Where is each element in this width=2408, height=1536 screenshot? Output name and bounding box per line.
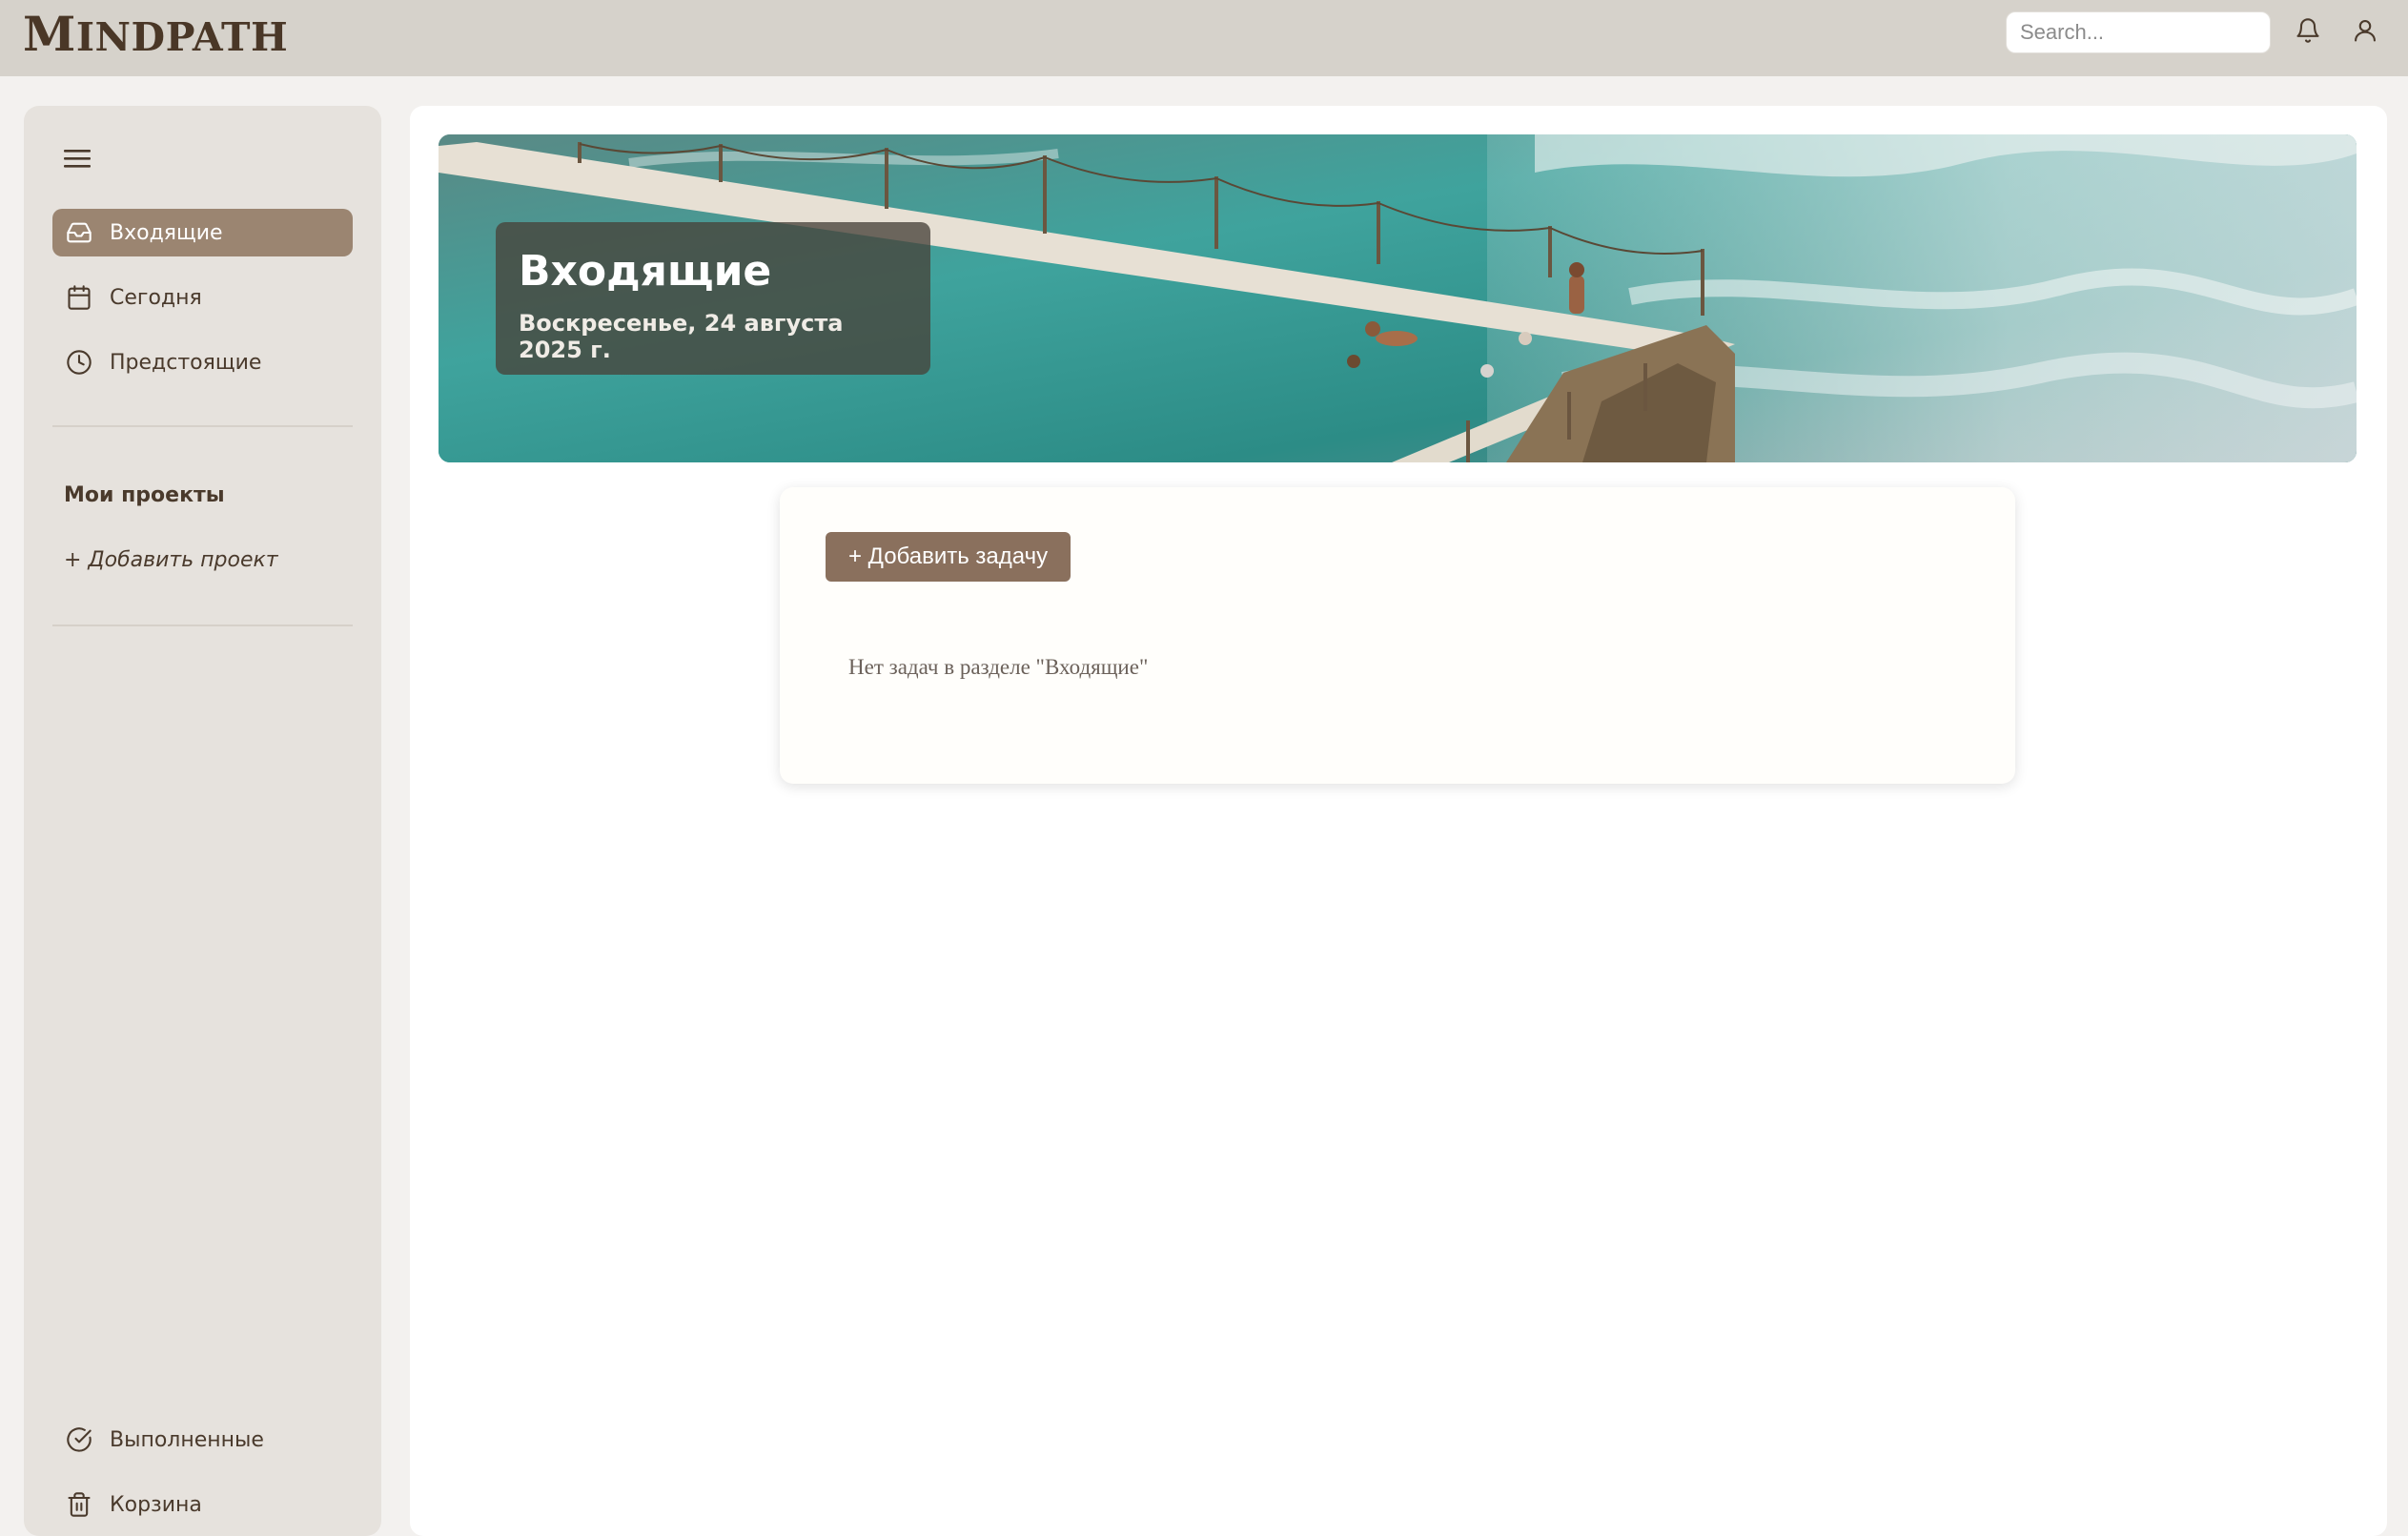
inbox-icon <box>64 217 94 248</box>
empty-state-message: Нет задач в разделе "Входящие" <box>848 655 1149 679</box>
sidebar: Входящие Сегодня Предстоящие Мои проекты… <box>24 106 381 1536</box>
projects-heading: Мои проекты <box>64 483 225 507</box>
sidebar-item-label: Сегодня <box>110 285 202 310</box>
sidebar-item-completed[interactable]: Выполненные <box>52 1416 264 1464</box>
main-panel: Входящие Воскресенье, 24 августа 2025 г.… <box>410 106 2387 1536</box>
task-list-card: + Добавить задачу Нет задач в разделе "В… <box>780 487 2015 784</box>
calendar-icon <box>64 282 94 313</box>
sidebar-item-trash[interactable]: Корзина <box>52 1481 202 1528</box>
menu-toggle-button[interactable] <box>60 144 94 173</box>
notifications-button[interactable] <box>2292 14 2324 47</box>
logo-initial: M <box>23 6 76 62</box>
current-date: Воскресенье, 24 августа 2025 г. <box>519 310 844 363</box>
profile-button[interactable] <box>2349 14 2381 47</box>
bell-icon <box>2296 18 2319 43</box>
hero-banner: Входящие Воскресенье, 24 августа 2025 г. <box>439 134 2357 462</box>
sidebar-item-label: Выполненные <box>110 1427 264 1452</box>
add-task-button[interactable]: + Добавить задачу <box>826 532 1071 582</box>
sidebar-divider <box>52 425 353 427</box>
sidebar-item-label: Корзина <box>110 1492 202 1517</box>
clock-icon <box>64 347 94 378</box>
page-title: Входящие <box>519 247 772 296</box>
sidebar-item-label: Входящие <box>110 220 223 245</box>
hero-caption: Входящие Воскресенье, 24 августа 2025 г. <box>496 222 930 375</box>
top-bar: MINDPATH <box>0 0 2408 76</box>
sidebar-item-label: Предстоящие <box>110 350 262 375</box>
add-project-link[interactable]: + Добавить проект <box>64 548 278 572</box>
sidebar-item-today[interactable]: Сегодня <box>52 274 353 321</box>
check-circle-icon <box>64 1424 94 1455</box>
sidebar-divider <box>52 625 353 626</box>
sidebar-item-upcoming[interactable]: Предстоящие <box>52 338 353 386</box>
user-icon <box>2355 20 2376 42</box>
hamburger-menu-icon <box>64 150 91 168</box>
sidebar-item-inbox[interactable]: Входящие <box>52 209 353 256</box>
app-logo[interactable]: MINDPATH <box>23 6 288 62</box>
logo-rest: INDPATH <box>75 14 289 60</box>
trash-icon <box>64 1489 94 1520</box>
search-input[interactable] <box>2006 11 2271 53</box>
